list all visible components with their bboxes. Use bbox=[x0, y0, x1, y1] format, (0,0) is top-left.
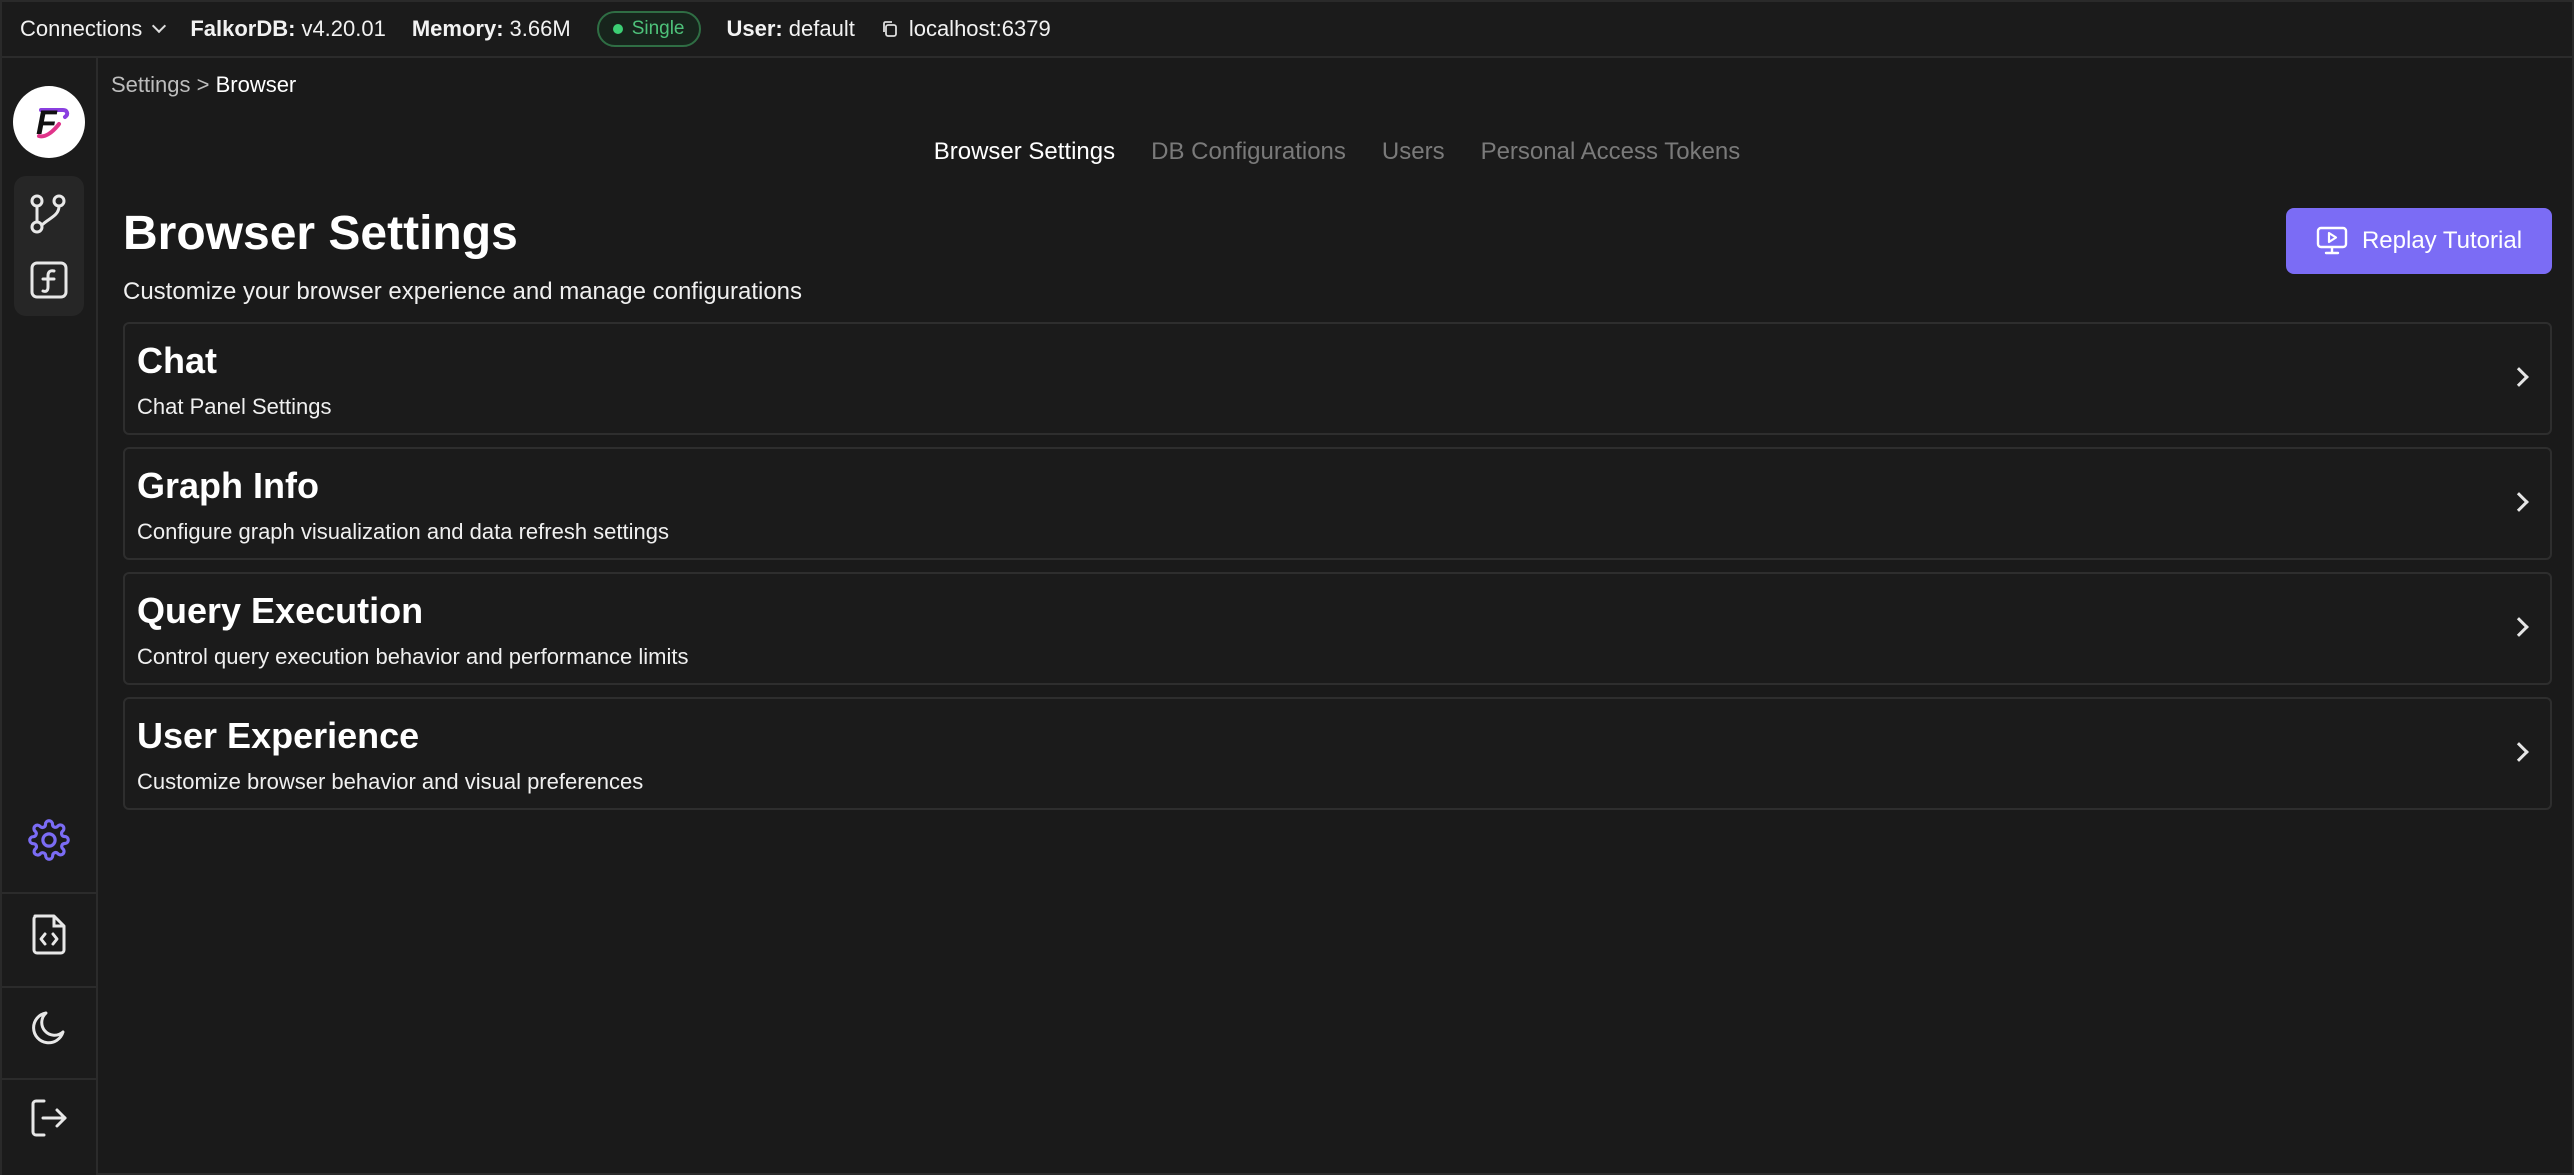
host-copy[interactable]: localhost:6379 bbox=[881, 16, 1051, 42]
card-description: Configure graph visualization and data r… bbox=[137, 519, 669, 544]
mode-badge-wrap: Single bbox=[596, 11, 701, 47]
copy-icon bbox=[882, 21, 897, 37]
tab-personal-access-tokens[interactable]: Personal Access Tokens bbox=[1481, 138, 1741, 166]
card-title: Chat bbox=[137, 340, 217, 381]
memory-info: Memory: 3.66M bbox=[412, 16, 571, 42]
tool-group bbox=[14, 176, 84, 316]
status-badge-label: Single bbox=[631, 18, 685, 39]
db-version-info: FalkorDB: v4.20.01 bbox=[190, 16, 386, 42]
db-version: v4.20.01 bbox=[301, 16, 386, 41]
chevron-right-icon bbox=[2509, 492, 2529, 512]
page-subtitle: Customize your browser experience and ma… bbox=[123, 278, 803, 305]
card-query-execution[interactable]: Query Execution Control query execution … bbox=[123, 572, 2552, 685]
replay-tutorial-label: Replay Tutorial bbox=[2361, 227, 2523, 254]
settings-tabs: Browser Settings DB Configurations Users… bbox=[100, 138, 2574, 166]
gear-icon bbox=[28, 819, 70, 861]
card-graph-info[interactable]: Graph Info Configure graph visualization… bbox=[123, 447, 2552, 560]
function-icon bbox=[30, 261, 68, 299]
card-description: Customize browser behavior and visual pr… bbox=[137, 769, 644, 794]
host-label: localhost:6379 bbox=[908, 16, 1051, 41]
card-chat[interactable]: Chat Chat Panel Settings bbox=[123, 322, 2552, 435]
card-title: User Experience bbox=[137, 715, 420, 756]
function-button[interactable] bbox=[25, 256, 73, 304]
card-title: Query Execution bbox=[137, 590, 424, 631]
chevron-right-icon bbox=[2509, 617, 2529, 637]
sidebar-divider bbox=[2, 1078, 96, 1080]
app-window: Connections FalkorDB: v4.20.01 Memory: 3… bbox=[0, 0, 2574, 1175]
breadcrumb-separator: > bbox=[190, 72, 216, 97]
page-title: Browser Settings bbox=[123, 207, 518, 260]
graph-button[interactable] bbox=[25, 190, 73, 238]
breadcrumb-parent[interactable]: Settings bbox=[111, 72, 191, 97]
monitor-play-icon bbox=[2316, 226, 2348, 255]
main-content: Settings > Browser Browser Settings DB C… bbox=[100, 60, 2574, 1175]
breadcrumb-current: Browser bbox=[215, 72, 297, 97]
chevron-right-icon bbox=[2509, 367, 2529, 387]
falkordb-logo[interactable]: F bbox=[13, 86, 85, 158]
user-info: User: default bbox=[727, 16, 855, 42]
card-title: Graph Info bbox=[137, 465, 319, 506]
sidebar-divider bbox=[2, 986, 96, 988]
card-user-experience[interactable]: User Experience Customize browser behavi… bbox=[123, 697, 2552, 810]
top-bar: Connections FalkorDB: v4.20.01 Memory: 3… bbox=[2, 2, 2572, 58]
chevron-down-icon bbox=[152, 18, 167, 34]
logout-icon bbox=[31, 1099, 67, 1137]
replay-tutorial-button[interactable]: Replay Tutorial bbox=[2286, 208, 2552, 274]
tab-db-configurations[interactable]: DB Configurations bbox=[1151, 138, 1346, 166]
sidebar-divider bbox=[2, 892, 96, 894]
settings-cards: Chat Chat Panel Settings Graph Info Conf… bbox=[123, 322, 2552, 822]
tab-users[interactable]: Users bbox=[1382, 138, 1445, 166]
user-label: User: bbox=[726, 16, 783, 41]
logout-button[interactable] bbox=[25, 1094, 73, 1142]
graph-icon bbox=[30, 194, 66, 234]
status-dot-icon bbox=[612, 24, 623, 34]
breadcrumb: Settings > Browser bbox=[111, 72, 296, 98]
falkordb-logo-icon: F bbox=[36, 104, 70, 142]
card-description: Control query execution behavior and per… bbox=[137, 644, 689, 669]
code-file-icon bbox=[32, 914, 66, 955]
tab-browser-settings[interactable]: Browser Settings bbox=[934, 138, 1115, 166]
logo-letter: F bbox=[36, 104, 58, 142]
chevron-right-icon bbox=[2509, 742, 2529, 762]
settings-button[interactable] bbox=[25, 816, 73, 864]
connections-dropdown[interactable]: Connections bbox=[20, 16, 167, 42]
code-file-button[interactable] bbox=[25, 910, 73, 958]
status-badge: Single bbox=[596, 11, 701, 47]
memory-label: Memory: bbox=[411, 16, 504, 41]
card-description: Chat Panel Settings bbox=[137, 394, 332, 419]
db-label: FalkorDB: bbox=[190, 16, 296, 41]
connections-label: Connections bbox=[20, 16, 143, 41]
theme-toggle-button[interactable] bbox=[25, 1004, 73, 1052]
sidebar: F bbox=[2, 58, 98, 1175]
user-value: default bbox=[788, 16, 855, 41]
moon-icon bbox=[32, 1011, 65, 1045]
memory-value: 3.66M bbox=[509, 16, 571, 41]
